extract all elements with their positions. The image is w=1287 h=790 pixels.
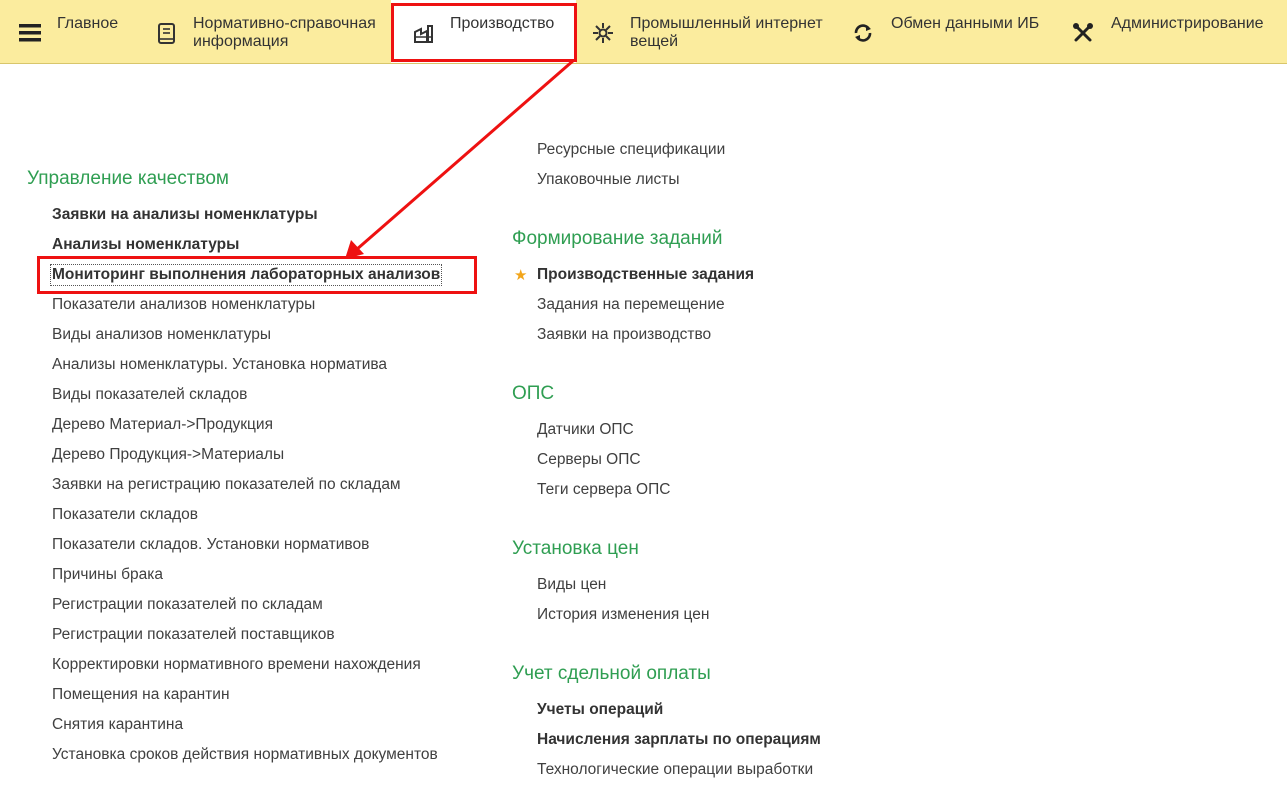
link-time-adjustments[interactable]: Корректировки нормативного времени нахож… bbox=[52, 656, 421, 674]
tab-main[interactable]: Главное bbox=[0, 0, 130, 63]
link-doc-validity-terms[interactable]: Установка сроков действия нормативных до… bbox=[52, 746, 438, 764]
section-title-quality: Управление качеством bbox=[27, 168, 229, 189]
top-navigation-bar: Главное Нормативно-справочная информация… bbox=[0, 0, 1287, 64]
link-analysis-indicators[interactable]: Показатели анализов номенклатуры bbox=[52, 296, 315, 314]
link-tree-product-materials[interactable]: Дерево Продукция->Материалы bbox=[52, 446, 284, 464]
tools-icon bbox=[1072, 22, 1094, 44]
tab-administration-label: Администрирование bbox=[1111, 15, 1264, 32]
link-defect-reasons[interactable]: Причины брака bbox=[52, 566, 163, 584]
tab-reference-info-label: Нормативно-справочная информация bbox=[193, 15, 376, 51]
link-warehouse-norms[interactable]: Показатели складов. Установки нормативов bbox=[52, 536, 369, 554]
tab-reference-info[interactable]: Нормативно-справочная информация bbox=[150, 0, 385, 63]
book-icon bbox=[157, 23, 179, 45]
tab-administration[interactable]: Администрирование bbox=[1065, 0, 1265, 63]
hamburger-icon bbox=[19, 24, 41, 46]
sync-icon bbox=[852, 22, 874, 44]
factory-icon bbox=[413, 22, 435, 44]
link-tech-operations[interactable]: Технологические операции выработки bbox=[537, 761, 813, 779]
link-tree-material-product[interactable]: Дерево Материал->Продукция bbox=[52, 416, 273, 434]
link-analysis-types[interactable]: Виды анализов номенклатуры bbox=[52, 326, 271, 344]
tab-production[interactable]: Производство bbox=[391, 0, 576, 63]
link-price-history[interactable]: История изменения цен bbox=[537, 606, 709, 624]
link-production-tasks[interactable]: Производственные задания bbox=[537, 266, 754, 284]
network-icon bbox=[592, 22, 614, 44]
tab-main-label: Главное bbox=[57, 15, 119, 32]
link-packing-lists[interactable]: Упаковочные листы bbox=[537, 171, 679, 189]
section-title-ops: ОПС bbox=[512, 383, 555, 404]
link-resource-specs[interactable]: Ресурсные спецификации bbox=[537, 141, 725, 159]
link-indicator-registration-requests[interactable]: Заявки на регистрацию показателей по скл… bbox=[52, 476, 401, 494]
link-quarantine-removals[interactable]: Снятия карантина bbox=[52, 716, 183, 734]
tab-data-exchange-label: Обмен данными ИБ bbox=[891, 15, 1040, 32]
tab-iiot-line2: вещей bbox=[630, 33, 679, 50]
link-ops-sensors[interactable]: Датчики ОПС bbox=[537, 421, 634, 439]
section-title-prices: Установка цен bbox=[512, 538, 639, 559]
link-quarantine-placements[interactable]: Помещения на карантин bbox=[52, 686, 230, 704]
link-production-requests[interactable]: Заявки на производство bbox=[537, 326, 711, 344]
link-item-analyses[interactable]: Анализы номенклатуры bbox=[52, 236, 239, 254]
section-title-piecework: Учет сдельной оплаты bbox=[512, 663, 711, 684]
tab-data-exchange[interactable]: Обмен данными ИБ bbox=[845, 0, 1050, 63]
link-transfer-tasks[interactable]: Задания на перемещение bbox=[537, 296, 725, 314]
link-ops-servers[interactable]: Серверы ОПС bbox=[537, 451, 641, 469]
link-operation-records[interactable]: Учеты операций bbox=[537, 701, 663, 719]
link-warehouse-indicators[interactable]: Показатели складов bbox=[52, 506, 198, 524]
section-title-tasks: Формирование заданий bbox=[512, 228, 723, 249]
link-supplier-registrations[interactable]: Регистрации показателей поставщиков bbox=[52, 626, 335, 644]
tab-reference-info-line2: информация bbox=[193, 33, 289, 50]
tab-iiot-line1: Промышленный интернет bbox=[630, 15, 823, 32]
tab-iiot-label: Промышленный интернет вещей bbox=[630, 15, 823, 51]
link-lab-monitoring[interactable]: Мониторинг выполнения лабораторных анали… bbox=[49, 264, 443, 286]
link-ops-tags[interactable]: Теги сервера ОПС bbox=[537, 481, 670, 499]
tab-iiot[interactable]: Промышленный интернет вещей bbox=[585, 0, 835, 63]
link-operation-payroll[interactable]: Начисления зарплаты по операциям bbox=[537, 731, 821, 749]
tab-production-label: Производство bbox=[450, 15, 555, 32]
link-price-types[interactable]: Виды цен bbox=[537, 576, 606, 594]
star-icon: ★ bbox=[514, 267, 528, 284]
link-warehouse-registrations[interactable]: Регистрации показателей по складам bbox=[52, 596, 323, 614]
link-analysis-requests[interactable]: Заявки на анализы номенклатуры bbox=[52, 206, 318, 224]
link-warehouse-indicator-types[interactable]: Виды показателей складов bbox=[52, 386, 247, 404]
tab-reference-info-line1: Нормативно-справочная bbox=[193, 15, 376, 32]
link-analysis-norm-setting[interactable]: Анализы номенклатуры. Установка норматив… bbox=[52, 356, 387, 374]
